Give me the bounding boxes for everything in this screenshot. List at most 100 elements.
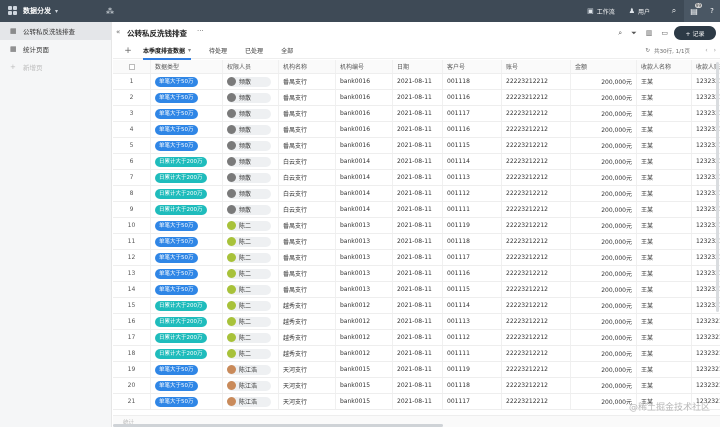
cust-cell[interactable]: 001112: [443, 330, 502, 345]
person-cell[interactable]: 陈江浩: [223, 378, 279, 393]
column-header[interactable]: 客户号: [443, 60, 502, 73]
payee-cell[interactable]: 王某: [637, 330, 692, 345]
app-name[interactable]: 数据分发: [23, 6, 51, 16]
column-header[interactable]: 收款人名称: [637, 60, 692, 73]
acct-cell[interactable]: 22223212212: [502, 378, 571, 393]
org-cell[interactable]: 白云支行: [279, 154, 336, 169]
amt-cell[interactable]: 200,000元: [571, 138, 637, 153]
person-cell[interactable]: 频散: [223, 90, 279, 105]
cust-cell[interactable]: 001112: [443, 186, 502, 201]
person-cell[interactable]: 陈二: [223, 218, 279, 233]
payee-cell[interactable]: 王某: [637, 346, 692, 361]
code-cell[interactable]: bank0012: [336, 314, 393, 329]
filter-icon[interactable]: ⏷: [631, 29, 637, 38]
cust-cell[interactable]: 001116: [443, 122, 502, 137]
code-cell[interactable]: bank0015: [336, 362, 393, 377]
amt-cell[interactable]: 200,000元: [571, 74, 637, 89]
acct-cell[interactable]: 22223212212: [502, 346, 571, 361]
select-all-checkbox[interactable]: [113, 60, 151, 73]
person-cell[interactable]: 陈二: [223, 330, 279, 345]
pacct-cell[interactable]: 12323213: [692, 330, 720, 345]
data-type-cell[interactable]: 单笔大于50万: [151, 90, 223, 105]
date-cell[interactable]: 2021-08-11: [393, 250, 443, 265]
table-row[interactable]: 1 单笔大于50万 频散 番禺支行 bank0016 2021-08-11 001118 22…: [113, 74, 720, 90]
pacct-cell[interactable]: 12323213: [692, 346, 720, 361]
pacct-cell[interactable]: 12323213: [692, 314, 720, 329]
code-cell[interactable]: bank0015: [336, 394, 393, 409]
payee-cell[interactable]: 王某: [637, 106, 692, 121]
column-header[interactable]: 机构编号: [336, 60, 393, 73]
acct-cell[interactable]: 22223212212: [502, 74, 571, 89]
org-cell[interactable]: 番禺支行: [279, 122, 336, 137]
acct-cell[interactable]: 22223212212: [502, 138, 571, 153]
data-type-cell[interactable]: 日累计大于200万: [151, 154, 223, 169]
cust-cell[interactable]: 001118: [443, 234, 502, 249]
payee-cell[interactable]: 王某: [637, 186, 692, 201]
acct-cell[interactable]: 22223212212: [502, 298, 571, 313]
payee-cell[interactable]: 王某: [637, 282, 692, 297]
column-header[interactable]: 机构名称: [279, 60, 336, 73]
code-cell[interactable]: bank0013: [336, 250, 393, 265]
org-cell[interactable]: 番禺支行: [279, 282, 336, 297]
cust-cell[interactable]: 001115: [443, 282, 502, 297]
chevron-down-icon[interactable]: ▾: [55, 8, 58, 15]
date-cell[interactable]: 2021-08-11: [393, 202, 443, 217]
data-type-cell[interactable]: 日累计大于200万: [151, 170, 223, 185]
code-cell[interactable]: bank0013: [336, 234, 393, 249]
amt-cell[interactable]: 200,000元: [571, 282, 637, 297]
cust-cell[interactable]: 001111: [443, 202, 502, 217]
notification-button[interactable]: ▤ 99: [684, 0, 704, 22]
data-type-cell[interactable]: 日累计大于200万: [151, 314, 223, 329]
payee-cell[interactable]: 王某: [637, 378, 692, 393]
table-row[interactable]: 4 单笔大于50万 频散 番禺支行 bank0016 2021-08-11 001116 22…: [113, 122, 720, 138]
tab-processed[interactable]: 已处理: [245, 43, 263, 59]
payee-cell[interactable]: 王某: [637, 298, 692, 313]
date-cell[interactable]: 2021-08-11: [393, 234, 443, 249]
amt-cell[interactable]: 200,000元: [571, 378, 637, 393]
data-type-cell[interactable]: 日累计大于200万: [151, 330, 223, 345]
acct-cell[interactable]: 22223212212: [502, 218, 571, 233]
org-cell[interactable]: 天河支行: [279, 378, 336, 393]
cust-cell[interactable]: 001119: [443, 362, 502, 377]
code-cell[interactable]: bank0014: [336, 202, 393, 217]
acct-cell[interactable]: 22223212212: [502, 266, 571, 281]
date-cell[interactable]: 2021-08-11: [393, 314, 443, 329]
date-cell[interactable]: 2021-08-11: [393, 346, 443, 361]
org-cell[interactable]: 番禺支行: [279, 106, 336, 121]
code-cell[interactable]: bank0013: [336, 266, 393, 281]
amt-cell[interactable]: 200,000元: [571, 250, 637, 265]
person-cell[interactable]: 频散: [223, 74, 279, 89]
collapse-sidebar-icon[interactable]: «: [116, 28, 120, 36]
data-type-cell[interactable]: 单笔大于50万: [151, 394, 223, 409]
cust-cell[interactable]: 001113: [443, 170, 502, 185]
amt-cell[interactable]: 200,000元: [571, 170, 637, 185]
person-cell[interactable]: 陈二: [223, 282, 279, 297]
date-cell[interactable]: 2021-08-11: [393, 362, 443, 377]
table-row[interactable]: 16 日累计大于200万 陈二 越秀支行 bank0012 2021-08-11 00111…: [113, 314, 720, 330]
org-cell[interactable]: 越秀支行: [279, 298, 336, 313]
person-cell[interactable]: 陈二: [223, 234, 279, 249]
payee-cell[interactable]: 王某: [637, 218, 692, 233]
acct-cell[interactable]: 22223212212: [502, 362, 571, 377]
table-row[interactable]: 6 日累计大于200万 频散 白云支行 bank0014 2021-08-11 001114…: [113, 154, 720, 170]
add-view-button[interactable]: +: [113, 46, 143, 56]
payee-cell[interactable]: 王某: [637, 362, 692, 377]
data-type-cell[interactable]: 单笔大于50万: [151, 282, 223, 297]
date-cell[interactable]: 2021-08-11: [393, 90, 443, 105]
data-type-cell[interactable]: 单笔大于50万: [151, 138, 223, 153]
org-tree-icon[interactable]: ⁂: [106, 7, 114, 16]
acct-cell[interactable]: 22223212212: [502, 250, 571, 265]
refresh-icon[interactable]: ↻: [646, 48, 651, 54]
code-cell[interactable]: bank0013: [336, 282, 393, 297]
amt-cell[interactable]: 200,000元: [571, 122, 637, 137]
column-header[interactable]: 日期: [393, 60, 443, 73]
data-type-cell[interactable]: 单笔大于50万: [151, 74, 223, 89]
pacct-cell[interactable]: 12323213: [692, 362, 720, 377]
acct-cell[interactable]: 22223212212: [502, 394, 571, 409]
date-cell[interactable]: 2021-08-11: [393, 378, 443, 393]
person-cell[interactable]: 频散: [223, 154, 279, 169]
workbench-link[interactable]: ▣ 工作流: [587, 7, 615, 16]
acct-cell[interactable]: 22223212212: [502, 282, 571, 297]
amt-cell[interactable]: 200,000元: [571, 218, 637, 233]
amt-cell[interactable]: 200,000元: [571, 266, 637, 281]
